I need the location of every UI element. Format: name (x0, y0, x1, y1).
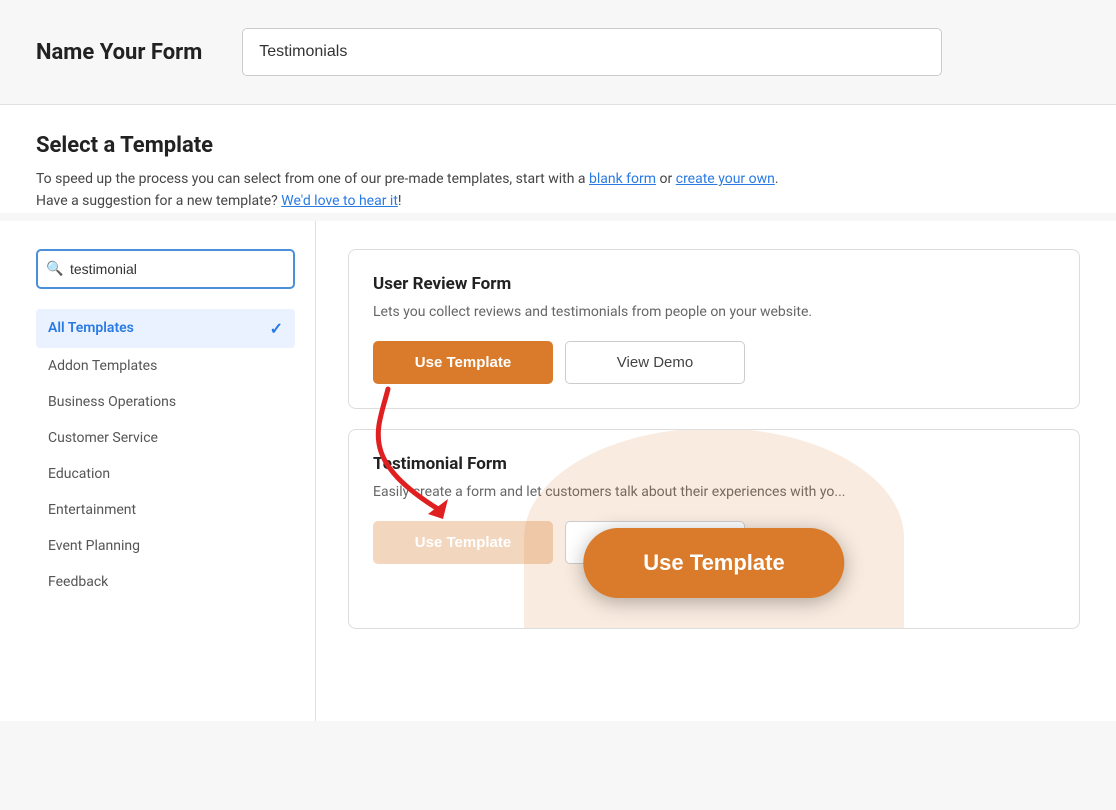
name-form-section: Name Your Form (0, 0, 1116, 105)
category-label: Entertainment (48, 502, 136, 518)
form-name-input[interactable] (242, 28, 942, 76)
category-list: All Templates ✓ Addon Templates Business… (36, 309, 295, 600)
testimonial-form-container: Testimonial Form Easily create a form an… (348, 429, 1080, 629)
category-label: All Templates (48, 320, 134, 336)
desc-text-3: . (775, 171, 779, 187)
hear-link[interactable]: We'd love to hear it (281, 193, 398, 209)
category-label: Customer Service (48, 430, 158, 446)
desc-text-2: or (656, 171, 676, 187)
form-name-label: Name Your Form (36, 40, 202, 65)
cards-area: User Review Form Lets you collect review… (316, 221, 1080, 721)
card-title: User Review Form (373, 274, 1055, 294)
sidebar-item-business-operations[interactable]: Business Operations (36, 384, 295, 420)
desc-text-4: Have a suggestion for a new template? (36, 193, 281, 209)
category-label: Addon Templates (48, 358, 157, 374)
sidebar-item-addon-templates[interactable]: Addon Templates (36, 348, 295, 384)
category-label: Event Planning (48, 538, 140, 554)
desc-text-5: ! (398, 193, 402, 209)
template-card-user-review: User Review Form Lets you collect review… (348, 249, 1080, 409)
view-demo-button-1[interactable]: View Demo (565, 341, 745, 384)
use-template-button-2-hidden[interactable]: Use Template (373, 521, 553, 564)
sidebar-item-education[interactable]: Education (36, 456, 295, 492)
sidebar-item-entertainment[interactable]: Entertainment (36, 492, 295, 528)
check-icon: ✓ (270, 319, 283, 338)
sidebar-item-feedback[interactable]: Feedback (36, 564, 295, 600)
sidebar-item-event-planning[interactable]: Event Planning (36, 528, 295, 564)
template-section-title: Select a Template (36, 133, 1080, 158)
template-description: To speed up the process you can select f… (36, 168, 1080, 213)
search-input[interactable] (36, 249, 295, 289)
category-label: Business Operations (48, 394, 176, 410)
create-own-link[interactable]: create your own (676, 171, 775, 187)
use-template-overlay-button[interactable]: Use Template (583, 528, 844, 598)
search-icon: 🔍 (46, 261, 63, 277)
template-section: Select a Template To speed up the proces… (0, 105, 1116, 213)
template-card-testimonial: Testimonial Form Easily create a form an… (348, 429, 1080, 629)
blank-form-link[interactable]: blank form (589, 171, 656, 187)
card-actions: Use Template View Demo (373, 341, 1055, 384)
sidebar-item-customer-service[interactable]: Customer Service (36, 420, 295, 456)
sidebar-item-all-templates[interactable]: All Templates ✓ (36, 309, 295, 348)
desc-text-1: To speed up the process you can select f… (36, 171, 589, 187)
sidebar: 🔍 All Templates ✓ Addon Templates Busine… (36, 221, 316, 721)
content-area: 🔍 All Templates ✓ Addon Templates Busine… (0, 221, 1116, 721)
category-label: Feedback (48, 574, 108, 590)
card-description: Lets you collect reviews and testimonial… (373, 302, 1055, 323)
search-box: 🔍 (36, 249, 295, 289)
category-label: Education (48, 466, 110, 482)
use-template-button-1[interactable]: Use Template (373, 341, 553, 384)
